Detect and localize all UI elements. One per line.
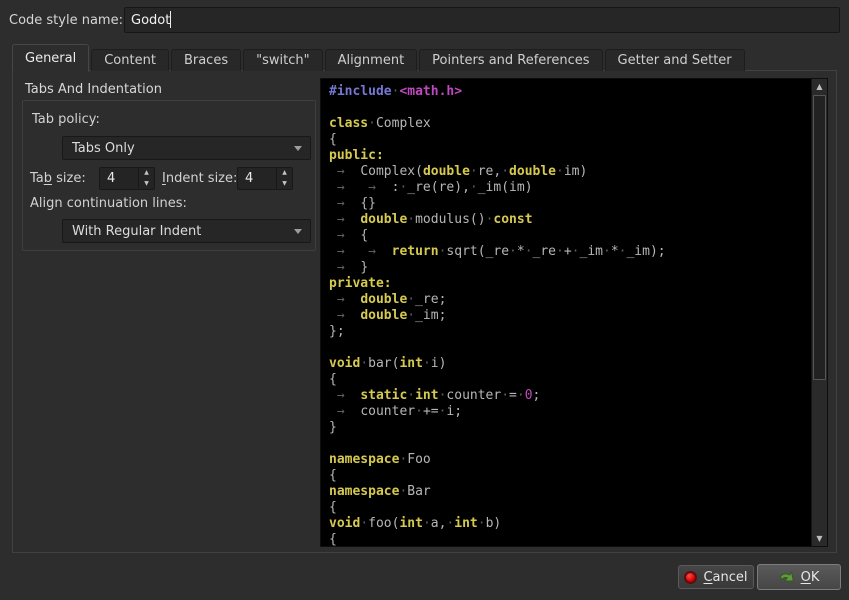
spin-down-icon[interactable]: ▼ [277, 179, 292, 190]
tab-label: Content [104, 53, 156, 68]
chevron-down-icon [294, 229, 302, 234]
tab-policy-label: Tab policy: [32, 112, 100, 127]
code-line: → double·_im; [329, 308, 809, 324]
tab-size-stepper[interactable]: 4 ▲ ▼ [99, 167, 155, 190]
tab-alignment[interactable]: Alignment [325, 49, 418, 71]
tab-label: Braces [184, 53, 228, 68]
indent-size-label: Indent size: [162, 171, 237, 186]
tab-size-value: 4 [107, 171, 115, 186]
code-line: → } [329, 260, 809, 276]
code-line: { [329, 132, 809, 148]
tab-size-arrows: ▲ ▼ [138, 168, 154, 189]
spin-up-icon[interactable]: ▲ [277, 168, 292, 179]
code-line: → → :·_re(re),·_im(im) [329, 180, 809, 196]
tab-getter-and-setter[interactable]: Getter and Setter [605, 49, 745, 71]
align-continuation-dropdown[interactable]: With Regular Indent [62, 219, 311, 243]
code-line: { [329, 372, 809, 388]
tab-label: Alignment [338, 53, 405, 68]
tab-general[interactable]: General [12, 44, 89, 72]
align-continuation-value: With Regular Indent [72, 224, 201, 239]
code-line: → { [329, 228, 809, 244]
code-preview-text: #include·<math.h> class·Complex{public: … [329, 84, 809, 547]
code-line: namespace·Bar [329, 484, 809, 500]
tab-policy-dropdown[interactable]: Tabs Only [62, 136, 311, 160]
ok-button[interactable]: OK [757, 564, 841, 590]
tab-bar: General Content Braces "switch" Alignment Poi… [12, 44, 747, 71]
code-line [329, 436, 809, 452]
code-style-name-input[interactable] [124, 7, 840, 33]
code-preview: #include·<math.h> class·Complex{public: … [320, 78, 828, 547]
tab-policy-value: Tabs Only [72, 141, 135, 156]
code-line: } [329, 420, 809, 436]
code-line: → double·modulus()·const [329, 212, 809, 228]
code-line: → → return·sqrt(_re·*·_re·+·_im·*·_im); [329, 244, 809, 260]
cancel-icon [684, 571, 697, 584]
indent-size-stepper[interactable]: 4 ▲ ▼ [237, 167, 293, 190]
code-line: public: [329, 148, 809, 164]
code-line: namespace·Foo [329, 452, 809, 468]
ok-check-icon [779, 570, 795, 584]
code-line: { [329, 500, 809, 516]
tab-braces[interactable]: Braces [171, 49, 241, 71]
code-style-dialog: { "header": { "label": "Code style name:… [0, 0, 849, 600]
code-line: { [329, 532, 809, 547]
scrollbar-thumb[interactable] [813, 95, 826, 380]
align-continuation-label: Align continuation lines: [30, 196, 187, 211]
code-line: void·foo(int·a,·int·b) [329, 516, 809, 532]
code-line: }; [329, 324, 809, 340]
tab-size-label: Tab size: [30, 171, 86, 186]
text-cursor [170, 11, 171, 28]
tab-content[interactable]: Content [91, 49, 169, 71]
scroll-up-icon[interactable]: ▲ [812, 79, 827, 94]
tab-switch[interactable]: "switch" [243, 49, 322, 71]
tab-label: Pointers and References [432, 53, 589, 68]
code-line: void·bar(int·i) [329, 356, 809, 372]
indent-size-value: 4 [245, 171, 253, 186]
tab-label: General [25, 51, 76, 66]
cancel-button-label: Cancel [703, 570, 747, 585]
code-line: private: [329, 276, 809, 292]
tab-label: "switch" [256, 53, 309, 68]
cancel-button[interactable]: Cancel [678, 565, 754, 589]
scroll-down-icon[interactable]: ▼ [812, 531, 827, 546]
code-line: { [329, 468, 809, 484]
code-line [329, 340, 809, 356]
spin-up-icon[interactable]: ▲ [139, 168, 154, 179]
code-line: → {} [329, 196, 809, 212]
tab-pointers-and-references[interactable]: Pointers and References [419, 49, 602, 71]
code-line: → static·int·counter·=·0; [329, 388, 809, 404]
code-style-name-label: Code style name: [9, 13, 123, 28]
code-line: → counter·+=·i; [329, 404, 809, 420]
chevron-down-icon [294, 146, 302, 151]
code-line: → Complex(double·re,·double·im) [329, 164, 809, 180]
code-line [329, 100, 809, 116]
group-title: Tabs And Indentation [25, 82, 162, 97]
code-line: → double·_re; [329, 292, 809, 308]
tab-label: Getter and Setter [618, 53, 732, 68]
code-line: class·Complex [329, 116, 809, 132]
spin-down-icon[interactable]: ▼ [139, 179, 154, 190]
ok-button-label: OK [801, 570, 820, 585]
vertical-scrollbar[interactable]: ▲ ▼ [811, 79, 827, 546]
indent-size-arrows: ▲ ▼ [276, 168, 292, 189]
code-line: #include·<math.h> [329, 84, 809, 100]
